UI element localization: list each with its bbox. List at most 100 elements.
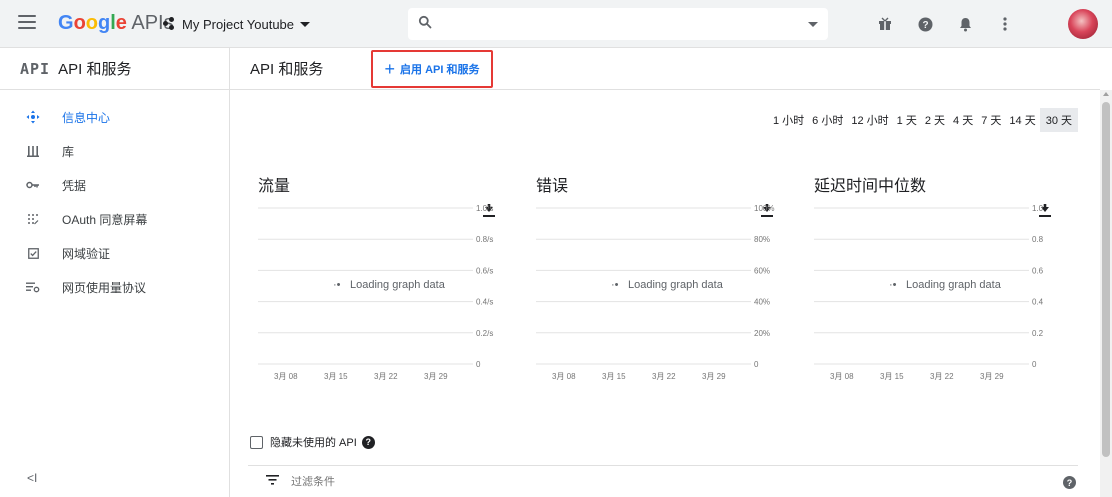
y-tick-label: 0 <box>754 360 759 369</box>
filter-input[interactable] <box>291 475 691 488</box>
chart-title: 流量 <box>258 178 291 195</box>
loading-spinner-icon: ·• <box>611 279 619 291</box>
more-vert-icon[interactable] <box>996 15 1014 33</box>
x-tick-label: 3月 29 <box>702 372 726 381</box>
time-range-4[interactable]: 2 天 <box>921 108 949 132</box>
y-tick-label: 0.6/s <box>476 266 493 275</box>
main-header: API 和服务 + 启用 API 和服务 <box>230 48 1100 90</box>
sidebar-item-dashboard[interactable]: 信息中心 <box>0 100 229 134</box>
x-tick-label: 3月 15 <box>602 372 626 381</box>
scrollbar-thumb[interactable] <box>1102 102 1110 457</box>
y-tick-label: 1.0 <box>1032 204 1044 213</box>
main-content: API 和服务 + 启用 API 和服务 1 小时 6 小时 12 小时 1 天2 天… <box>230 48 1100 497</box>
enable-apis-button[interactable]: + 启用 API 和服务 <box>371 50 493 88</box>
loading-text: Loading graph data <box>628 279 724 291</box>
google-apis-logo[interactable]: Google APIs <box>58 11 174 35</box>
y-tick-label: 0.8/s <box>476 235 493 244</box>
sidebar-item-label: 库 <box>62 144 75 159</box>
sidebar-item-label: 网域验证 <box>62 246 111 261</box>
x-tick-label: 3月 29 <box>424 372 448 381</box>
chevron-down-icon <box>300 21 311 27</box>
hide-unused-checkbox[interactable] <box>250 435 263 449</box>
menu-icon[interactable] <box>18 15 36 29</box>
x-tick-label: 3月 22 <box>930 372 954 381</box>
svg-text:?: ? <box>922 20 928 31</box>
filter-help-icon[interactable]: ? <box>1063 476 1076 489</box>
search-bar[interactable] <box>408 8 828 40</box>
checkbox-icon <box>26 246 40 260</box>
traffic-chart: 流量 1.0/s 0.8/s 0.6/s 0.4/s 0.2/s 0 3月 08 3月 15 3… <box>258 166 508 396</box>
chart-title: 延迟时间中位数 <box>814 178 927 195</box>
sidebar-header: API API 和服务 <box>0 48 229 90</box>
x-tick-label: 3月 29 <box>980 372 1004 381</box>
filter-bar: ? <box>248 465 1078 497</box>
project-dots-icon <box>163 17 177 31</box>
consent-icon <box>26 212 40 226</box>
download-icon[interactable] <box>482 168 496 217</box>
vertical-scrollbar[interactable] <box>1100 90 1112 497</box>
top-icons: ? <box>876 12 1014 36</box>
time-range-6[interactable]: 7 天 <box>977 108 1005 132</box>
y-tick-label: 80% <box>754 235 770 244</box>
help-icon[interactable]: ? <box>361 435 375 449</box>
sidebar-item-label: OAuth 同意屏幕 <box>62 212 148 227</box>
y-tick-label: 40% <box>754 298 770 307</box>
y-tick-label: 20% <box>754 329 770 338</box>
account-avatar[interactable] <box>1068 9 1098 39</box>
api-logo: API <box>20 59 51 78</box>
x-tick-label: 3月 08 <box>830 372 854 381</box>
filter-icon[interactable] <box>266 475 279 488</box>
x-tick-label: 3月 15 <box>880 372 904 381</box>
chart-plot: 1.0 0.8 0.6 0.4 0.2 0 3月 08 3月 15 3月 22 3月 29 ·• Lo… <box>814 204 1044 381</box>
time-range-selector: 1 小时 6 小时 12 小时 1 天2 天4 天7 天 14 天 30 天 <box>769 108 1078 132</box>
sidebar-item-label: 信息中心 <box>62 110 111 125</box>
top-app-bar: Google APIs My Project Youtube ? <box>0 0 1112 48</box>
x-tick-label: 3月 08 <box>274 372 298 381</box>
sidebar-item-page-usage-agreements[interactable]: 网页使用量协议 <box>0 270 229 304</box>
gift-icon[interactable] <box>876 15 894 33</box>
loading-text: Loading graph data <box>906 279 1002 291</box>
collapse-sidebar-button[interactable]: <I <box>27 471 37 485</box>
scroll-up-arrow-icon[interactable] <box>1103 92 1109 96</box>
sidebar-item-library[interactable]: 库 <box>0 134 229 168</box>
bell-icon[interactable] <box>956 15 974 33</box>
y-tick-label: 0 <box>476 360 481 369</box>
y-tick-label: 0.6 <box>1032 266 1044 275</box>
time-range-7[interactable]: 14 天 <box>1005 108 1039 132</box>
settings-list-icon <box>26 280 40 294</box>
brand-google: Google <box>58 12 127 34</box>
search-options-chevron-icon[interactable] <box>808 21 818 27</box>
time-range-0[interactable]: 1 小时 <box>769 108 808 132</box>
chart-plot: 1.0/s 0.8/s 0.6/s 0.4/s 0.2/s 0 3月 08 3月 15 3月 2… <box>258 204 493 381</box>
project-name: My Project Youtube <box>182 16 295 32</box>
loading-spinner-icon: ·• <box>889 279 897 291</box>
sidebar-item-label: 凭据 <box>62 178 87 193</box>
download-icon[interactable] <box>760 168 774 217</box>
page-title: API 和服务 <box>250 61 324 78</box>
time-range-2[interactable]: 12 小时 <box>847 108 892 132</box>
search-icon <box>418 15 432 34</box>
chart-plot: 100% 80% 60% 40% 20% 0 3月 08 3月 15 3月 22 3月 29 ·• L… <box>536 204 774 381</box>
hide-unused-apis-row[interactable]: 隐藏未使用的 API ? <box>250 434 375 450</box>
hide-unused-label: 隐藏未使用的 API <box>270 437 357 449</box>
sidebar-item-oauth-consent[interactable]: OAuth 同意屏幕 <box>0 202 229 236</box>
x-tick-label: 3月 15 <box>324 372 348 381</box>
y-tick-label: 0.8 <box>1032 235 1044 244</box>
search-input[interactable] <box>442 16 808 32</box>
time-range-5[interactable]: 4 天 <box>949 108 977 132</box>
sidebar-nav: 信息中心 库 凭据 OAuth 同意屏幕 网域验证 网页使用量协议 <box>0 90 229 304</box>
y-tick-label: 0.2/s <box>476 329 493 338</box>
project-selector[interactable]: My Project Youtube <box>163 13 311 35</box>
y-tick-label: 60% <box>754 266 770 275</box>
sidebar-item-credentials[interactable]: 凭据 <box>0 168 229 202</box>
time-range-3[interactable]: 1 天 <box>893 108 921 132</box>
x-tick-label: 3月 22 <box>374 372 398 381</box>
download-icon[interactable] <box>1038 168 1052 217</box>
x-tick-label: 3月 22 <box>652 372 676 381</box>
help-icon[interactable]: ? <box>916 15 934 33</box>
sidebar-item-domain-verification[interactable]: 网域验证 <box>0 236 229 270</box>
time-range-8[interactable]: 30 天 <box>1039 108 1078 132</box>
y-tick-label: 100% <box>754 204 774 213</box>
y-tick-label: 0.4 <box>1032 298 1044 307</box>
time-range-1[interactable]: 6 小时 <box>808 108 847 132</box>
